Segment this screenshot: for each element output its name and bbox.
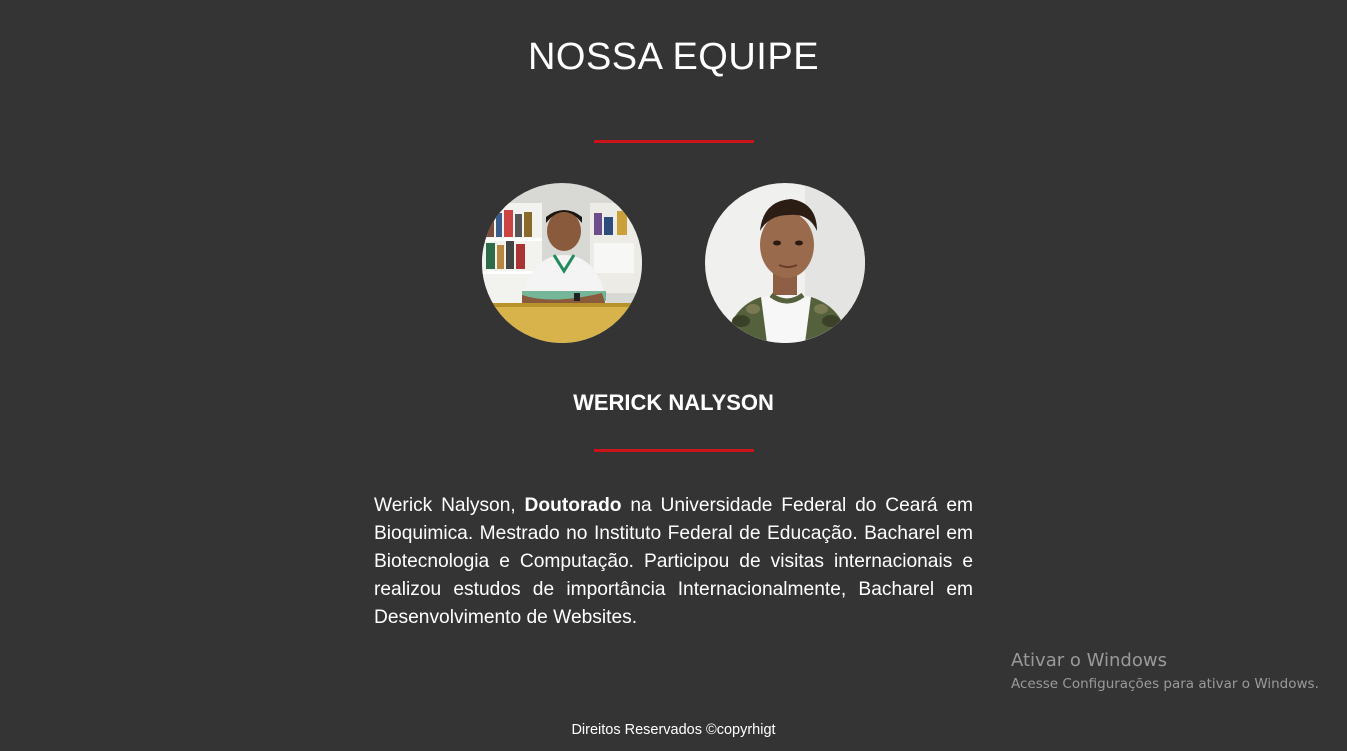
bio-lead: Werick Nalyson, [374,495,525,516]
member-name: WERICK NALYSON [573,390,774,415]
section-title: NOSSA EQUIPE [527,36,820,78]
avatar-photo-1 [482,183,642,343]
name-divider [594,449,754,452]
team-member-avatar-2[interactable] [705,183,865,343]
team-page: NOSSA EQUIPE WERICK NALYSON Werick Nalys… [0,0,1347,751]
footer-copyright: Direitos Reservados ©copyrhigt [571,722,776,738]
team-member-avatar-1[interactable] [482,183,642,343]
windows-activation-watermark: Ativar o Windows Acesse Configurações pa… [1011,650,1319,694]
title-divider [594,140,754,143]
watermark-subtitle: Acesse Configurações para ativar o Windo… [1011,676,1319,692]
bio-highlight: Doutorado [524,495,622,516]
watermark-title: Ativar o Windows [1011,650,1167,671]
member-bio: Werick Nalyson, Doutorado na Universidad… [374,492,973,632]
avatar-photo-2 [705,183,865,343]
